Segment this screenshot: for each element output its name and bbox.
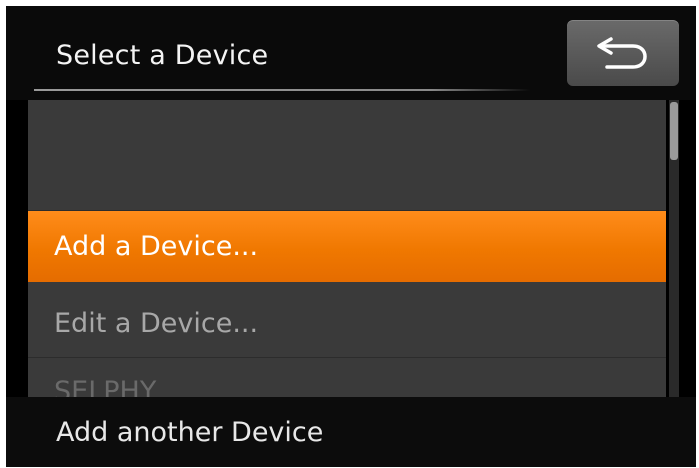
list-item-edit-device[interactable]: Edit a Device... bbox=[28, 288, 666, 359]
footer-hint: Add another Device bbox=[56, 417, 324, 448]
list-item-label: Add a Device... bbox=[54, 231, 259, 262]
scrollbar-thumb[interactable] bbox=[670, 102, 678, 160]
list-item-empty bbox=[28, 100, 666, 210]
footer-bar: Add another Device bbox=[6, 397, 696, 467]
list-item-label: Edit a Device... bbox=[54, 308, 259, 339]
device-list: Add a Device... Edit a Device... SELPHY bbox=[28, 100, 666, 397]
list-item-label: SELPHY bbox=[54, 376, 157, 397]
back-button[interactable] bbox=[567, 20, 679, 86]
page-title: Select a Device bbox=[56, 40, 269, 71]
list-item-add-device[interactable]: Add a Device... bbox=[28, 211, 666, 282]
back-arrow-icon bbox=[597, 37, 647, 69]
header-bar: Select a Device bbox=[6, 6, 696, 100]
title-divider bbox=[34, 89, 530, 91]
list-item-selphy[interactable]: SELPHY bbox=[28, 358, 666, 397]
camera-screen: Select a Device Add a Device... Edit a D… bbox=[6, 6, 696, 467]
